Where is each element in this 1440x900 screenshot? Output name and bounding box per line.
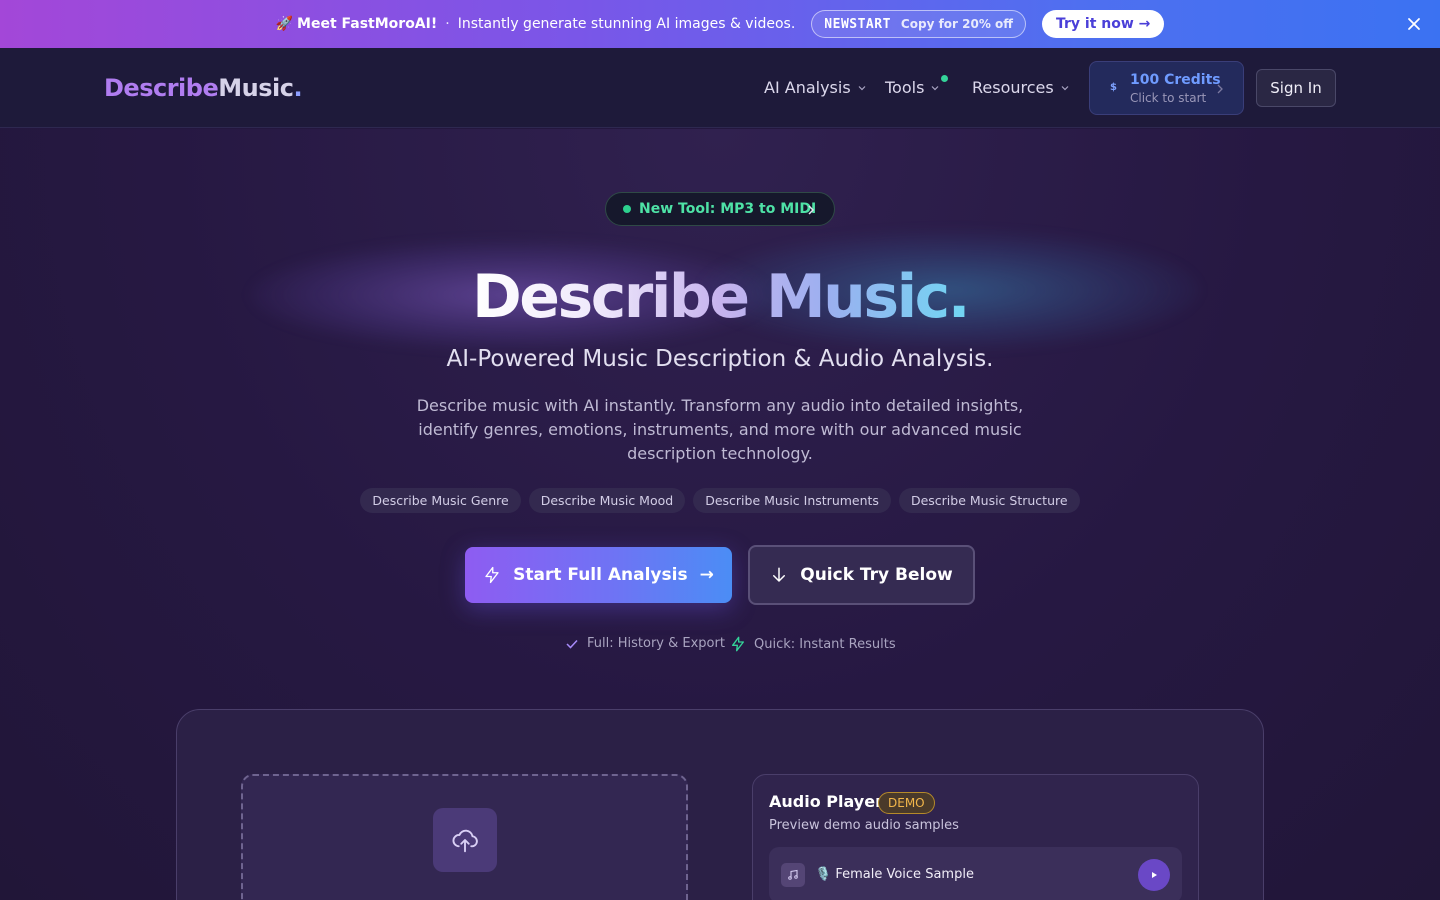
upload-tile[interactable] [433, 808, 497, 872]
start-full-analysis-button[interactable]: Start Full Analysis → [465, 547, 732, 603]
new-tool-label: New Tool: MP3 to MIDI [639, 201, 817, 217]
audio-player-title: Audio Player [769, 792, 883, 811]
logo-part-music: Music [218, 74, 294, 102]
logo-part-describe: Describe [104, 74, 219, 102]
chevron-down-icon [931, 85, 939, 90]
tools-new-indicator [941, 75, 948, 82]
nav-item-label: Tools [885, 78, 925, 97]
feature-chips: Describe Music Genre Describe Music Mood… [0, 488, 1440, 513]
logo-dot: . [293, 74, 303, 102]
demo-badge: DEMO [878, 792, 935, 814]
status-dot [623, 205, 631, 213]
track-title: Female Voice Sample [835, 867, 974, 882]
feature-full: Full: History & Export [565, 636, 725, 651]
quick-try-label: Quick Try Below [800, 565, 953, 585]
chip-instruments[interactable]: Describe Music Instruments [693, 488, 891, 513]
cloud-upload-icon [452, 829, 478, 853]
nav-item-resources[interactable]: Resources [972, 78, 1070, 97]
chevron-right-icon [808, 205, 815, 215]
nav-item-ai-analysis[interactable]: AI Analysis [764, 78, 867, 97]
play-button[interactable] [1138, 859, 1170, 891]
microphone-icon: 🎙️ [815, 867, 832, 882]
bolt-icon [732, 636, 744, 652]
feature-quick-label: Quick: Instant Results [754, 636, 896, 652]
credits-subtitle: Click to start [1130, 91, 1207, 105]
rocket-icon: 🚀 [275, 16, 294, 32]
nav-item-tools[interactable]: Tools [885, 78, 940, 97]
chip-genre[interactable]: Describe Music Genre [360, 488, 521, 513]
nav-item-label: AI Analysis [764, 78, 851, 97]
logo[interactable]: DescribeMusic. [104, 74, 303, 102]
try-it-now-button[interactable]: Try it now → [1042, 10, 1165, 38]
hero-subtitle: AI-Powered Music Description & Audio Ana… [446, 346, 994, 372]
new-tool-badge[interactable]: New Tool: MP3 to MIDI [605, 192, 835, 226]
page-title-text: Describe Music. [471, 262, 971, 332]
promo-code-hint: Copy for 20% off [900, 17, 1013, 31]
credits-title: 100 Credits [1130, 72, 1221, 88]
arrow-down-icon [773, 567, 786, 582]
nav-item-label: Resources [972, 78, 1054, 97]
feature-quick: Quick: Instant Results [730, 636, 896, 652]
music-note-icon [781, 863, 805, 887]
chip-structure[interactable]: Describe Music Structure [898, 488, 1080, 513]
promo-separator: · [445, 16, 450, 32]
feature-full-label: Full: History & Export [587, 636, 725, 651]
chip-mood[interactable]: Describe Music Mood [528, 488, 686, 513]
hero-description: Describe music with AI instantly. Transf… [416, 396, 1024, 463]
promo-banner: 🚀 Meet FastMoroAI! · Instantly generate … [0, 0, 1440, 48]
chevron-right-icon [1217, 84, 1223, 94]
close-icon[interactable] [1404, 14, 1424, 34]
coin-icon: $ [1110, 82, 1117, 93]
audio-player-subtitle: Preview demo audio samples [769, 818, 959, 833]
arrow-right-icon: → [699, 565, 714, 585]
top-nav: DescribeMusic. AI Analysis Tools Resourc… [0, 48, 1440, 128]
quick-try-button[interactable]: Quick Try Below [748, 545, 975, 605]
promo-code-pill[interactable]: NEWSTART Copy for 20% off [811, 10, 1026, 38]
page-title: Describe Music. [0, 262, 1440, 332]
chevron-down-icon [858, 85, 866, 90]
check-icon [566, 639, 578, 649]
promo-brand: Meet FastMoroAI! [297, 16, 438, 32]
sign-in-button[interactable]: Sign In [1256, 69, 1336, 107]
bolt-icon [485, 566, 499, 584]
promo-text: Instantly generate stunning AI images & … [457, 16, 796, 32]
track-label: 🎙️ Female Voice Sample [815, 867, 974, 882]
promo-code: NEWSTART [824, 16, 891, 32]
start-full-analysis-label: Start Full Analysis [513, 565, 688, 585]
play-icon [1152, 872, 1157, 878]
chevron-down-icon [1061, 85, 1069, 90]
credits-button[interactable]: $ 100 Credits Click to start [1089, 61, 1244, 115]
